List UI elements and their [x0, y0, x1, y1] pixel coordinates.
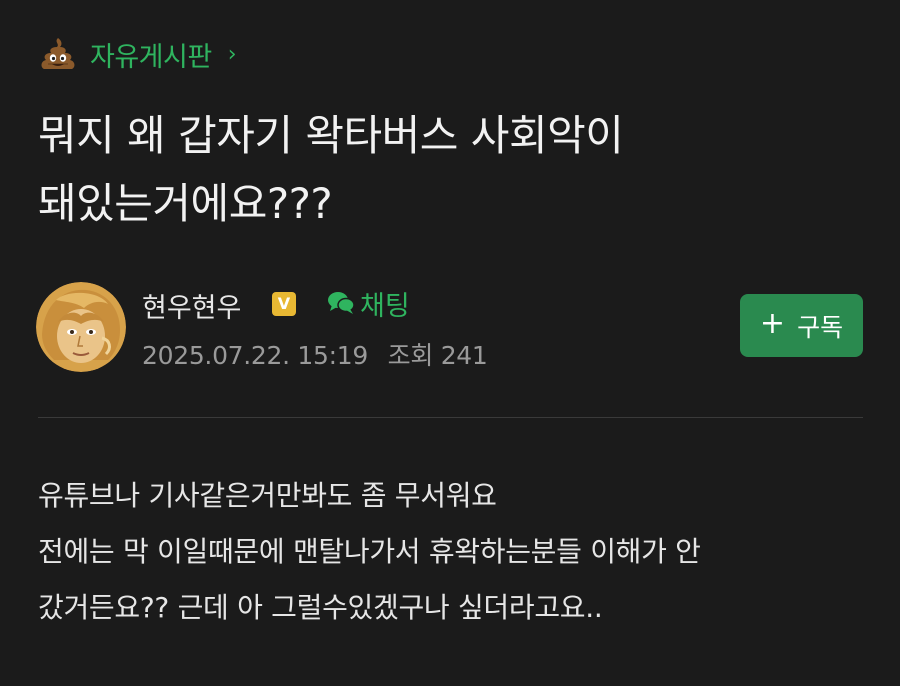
chat-label: 채팅 — [360, 290, 410, 322]
plus-icon: + — [759, 306, 786, 341]
subscribe-button[interactable]: + 구독 — [740, 294, 863, 357]
post-page: 자유게시판 › 뭐지 왜 갑자기 왁타버스 사회악이 돼있는거에요??? 현우현… — [0, 0, 900, 686]
author-avatar-image — [36, 282, 126, 372]
post-date: 2025.07.22. 15:19 — [142, 341, 368, 370]
chat-bubbles-icon — [328, 292, 355, 314]
subscribe-label: 구독 — [797, 312, 844, 342]
post-meta: 2025.07.22. 15:19 조회 241 — [142, 336, 488, 372]
chat-button[interactable]: 채팅 — [326, 286, 410, 322]
post-title-line: 뭐지 왜 갑자기 왁타버스 사회악이 — [38, 111, 624, 160]
post-body-line: 유튜브나 기사같은거만봐도 좀 무서워요 — [38, 479, 497, 512]
chevron-right-icon: › — [227, 41, 237, 67]
view-count: 조회 241 — [387, 341, 488, 370]
author-name[interactable]: 현우현우 — [142, 286, 241, 325]
board-name: 자유게시판 — [90, 41, 212, 73]
post-title-line: 돼있는거에요??? — [38, 179, 333, 228]
poop-emoji-icon — [41, 38, 75, 69]
post-body: 유튜브나 기사같은거만봐도 좀 무서워요 전에는 막 이일때문에 맨탈나가서 휴… — [38, 468, 868, 636]
avatar[interactable] — [36, 282, 126, 372]
verified-badge-icon: V — [272, 292, 296, 316]
post-title: 뭐지 왜 갑자기 왁타버스 사회악이 돼있는거에요??? — [38, 102, 858, 238]
board-breadcrumb[interactable]: 자유게시판 › — [38, 30, 237, 78]
post-body-line: 전에는 막 이일때문에 맨탈나가서 휴왁하는분들 이해가 안 — [38, 535, 701, 568]
post-body-line: 갔거든요?? 근데 아 그럴수있겠구나 싶더라고요.. — [38, 591, 603, 624]
divider — [38, 417, 863, 418]
